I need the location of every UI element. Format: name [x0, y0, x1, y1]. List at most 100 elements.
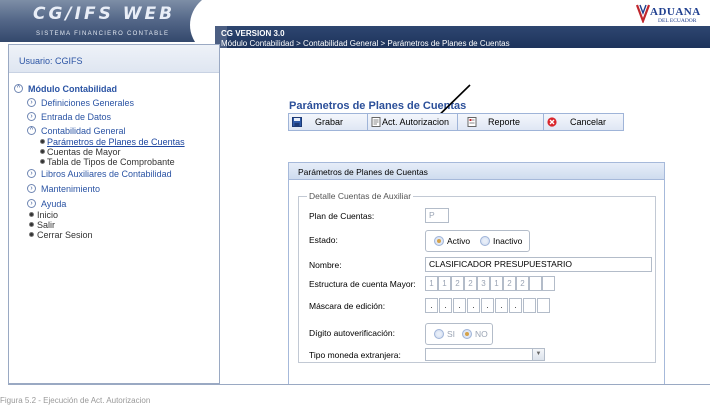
report-button-label: Reporte	[488, 117, 521, 127]
sidebar-subitem-parametros[interactable]: Parámetros de Planes de Cuentas	[13, 137, 218, 147]
bullet-icon	[29, 232, 34, 237]
mascara-segment[interactable]: .	[481, 298, 494, 313]
fieldset-legend: Detalle Cuentas de Auxiliar	[307, 191, 414, 201]
sidebar-item-mantenimiento[interactable]: › Mantenimiento	[13, 183, 218, 195]
sidebar-item-cerrar-sesion[interactable]: Cerrar Sesion	[13, 230, 218, 240]
mascara-segments: . . . . . . .	[425, 298, 555, 313]
cancel-button[interactable]: Cancelar	[544, 114, 623, 130]
top-bar: CG VERSION 3.0 Módulo Contabilidad > Con…	[215, 26, 710, 48]
estructura-segment[interactable]: 1	[490, 276, 503, 291]
sidebar-item-contabilidad-general[interactable]: ^ Contabilidad General	[13, 125, 218, 137]
sidebar-item-label: Salir	[37, 220, 56, 230]
sidebar-subitem-label: Tabla de Tipos de Comprobante	[47, 157, 175, 167]
bullet-icon	[40, 139, 45, 144]
moneda-select[interactable]: ▼	[425, 348, 545, 361]
estructura-segment[interactable]	[529, 276, 542, 291]
bottom-strip: Figura 5.2 - Ejecución de Act. Autorizac…	[0, 384, 710, 406]
chevron-down-icon: ▼	[532, 349, 544, 360]
estructura-segment[interactable]: 1	[438, 276, 451, 291]
bullet-icon	[29, 212, 34, 217]
expand-arrow-icon: ›	[27, 169, 36, 178]
sidebar-item-label: Libros Auxiliares de Contabilidad	[41, 169, 172, 179]
sidebar-module-label: Módulo Contabilidad	[28, 84, 117, 94]
sidebar-item-label: Cerrar Sesion	[37, 230, 93, 240]
digito-radio-group: SI NO	[425, 323, 493, 345]
digito-label: Dígito autoverificación:	[309, 328, 395, 338]
digito-no-label: NO	[475, 329, 488, 339]
plan-label: Plan de Cuentas:	[309, 211, 375, 221]
expand-arrow-icon: ›	[27, 184, 36, 193]
moneda-label: Tipo moneda extranjera:	[309, 350, 401, 360]
mascara-segment[interactable]: .	[495, 298, 508, 313]
floppy-disk-icon	[292, 117, 302, 127]
nombre-label: Nombre:	[309, 260, 342, 270]
estructura-segment[interactable]: 2	[451, 276, 464, 291]
bullet-icon	[40, 149, 45, 154]
sidebar-item-label: Entrada de Datos	[41, 112, 112, 122]
sidebar-item-libros-auxiliares[interactable]: › Libros Auxiliares de Contabilidad	[13, 168, 218, 180]
sidebar-module-contabilidad[interactable]: ^ Módulo Contabilidad	[13, 83, 218, 95]
mascara-segment[interactable]: .	[509, 298, 522, 313]
save-button-label: Grabar	[315, 117, 344, 127]
expand-arrow-icon: ›	[27, 112, 36, 121]
save-button[interactable]: Grabar	[289, 114, 368, 130]
digito-si-radio[interactable]	[434, 329, 444, 339]
sidebar: Usuario: CGIFS ^ Módulo Contabilidad › D…	[8, 44, 220, 384]
mascara-segment[interactable]: .	[439, 298, 452, 313]
act-autorizacion-button[interactable]: Act. Autorizacion	[368, 114, 458, 130]
expand-arrow-icon: ›	[27, 98, 36, 107]
app-logo: CG/IFS WEB SISTEMA FINANCIERO CONTABLE	[0, 0, 215, 42]
breadcrumb: Módulo Contabilidad > Contabilidad Gener…	[221, 39, 510, 48]
sidebar-subitem-tipos-comprobante[interactable]: Tabla de Tipos de Comprobante	[13, 157, 218, 167]
app-logo-title: CG/IFS WEB	[33, 4, 176, 24]
brand-mark-icon	[636, 4, 650, 23]
estructura-label: Estructura de cuenta Mayor:	[309, 279, 416, 289]
report-icon	[467, 117, 477, 127]
sidebar-item-ayuda[interactable]: › Ayuda	[13, 198, 218, 210]
sidebar-item-label: Mantenimiento	[41, 184, 101, 194]
user-label: Usuario: CGIFS	[19, 56, 83, 66]
sidebar-item-inicio[interactable]: Inicio	[13, 210, 218, 220]
figure-caption: Figura 5.2 - Ejecución de Act. Autorizac…	[0, 396, 151, 405]
form-panel: Parámetros de Planes de Cuentas Detalle …	[288, 162, 665, 386]
mascara-segment[interactable]	[537, 298, 550, 313]
mascara-segment[interactable]: .	[453, 298, 466, 313]
mascara-segment[interactable]: .	[425, 298, 438, 313]
sidebar-subitem-cuentas-mayor[interactable]: Cuentas de Mayor	[13, 147, 218, 157]
digito-si-label: SI	[447, 329, 456, 339]
expand-arrow-icon: ›	[27, 199, 36, 208]
brand-name: ADUANA	[650, 6, 701, 18]
footer-divider	[8, 384, 710, 385]
estructura-segment[interactable]: 2	[516, 276, 529, 291]
estado-activo-label: Activo	[447, 236, 471, 246]
act-autorizacion-label: Act. Autorizacion	[382, 117, 450, 127]
estructura-segment[interactable]: 2	[464, 276, 477, 291]
document-icon	[371, 117, 381, 127]
estado-inactivo-radio[interactable]	[480, 236, 490, 246]
plan-input[interactable]: P	[425, 208, 449, 223]
toolbar: Grabar Act. Autorizacion Reporte Cancela…	[288, 113, 624, 131]
estructura-segment[interactable]: 2	[503, 276, 516, 291]
mascara-segment[interactable]: .	[467, 298, 480, 313]
report-button[interactable]: Reporte	[458, 114, 544, 130]
sidebar-nav: ^ Módulo Contabilidad › Definiciones Gen…	[13, 83, 218, 240]
cancel-icon	[547, 117, 557, 127]
nombre-input[interactable]: CLASIFICADOR PRESUPUESTARIO	[425, 257, 652, 272]
mascara-segment[interactable]	[523, 298, 536, 313]
sidebar-item-entrada[interactable]: › Entrada de Datos	[13, 111, 218, 123]
estructura-segment[interactable]: 1	[425, 276, 438, 291]
estado-inactivo-label: Inactivo	[493, 236, 523, 246]
digito-no-radio[interactable]	[462, 329, 472, 339]
sidebar-item-salir[interactable]: Salir	[13, 220, 218, 230]
panel-title: Parámetros de Planes de Cuentas	[298, 167, 428, 177]
brand-subtitle: DEL ECUADOR	[658, 18, 697, 24]
logo-swoosh	[190, 0, 215, 42]
sidebar-item-definiciones[interactable]: › Definiciones Generales	[13, 97, 218, 109]
collapse-icon: ^	[14, 84, 23, 93]
sidebar-subitem-label: Cuentas de Mayor	[47, 147, 121, 157]
estructura-segment[interactable]: 3	[477, 276, 490, 291]
estructura-segment[interactable]	[542, 276, 555, 291]
estado-radio-group: Activo Inactivo	[425, 230, 530, 252]
estado-activo-radio[interactable]	[434, 236, 444, 246]
sidebar-item-label: Contabilidad General	[41, 126, 126, 136]
